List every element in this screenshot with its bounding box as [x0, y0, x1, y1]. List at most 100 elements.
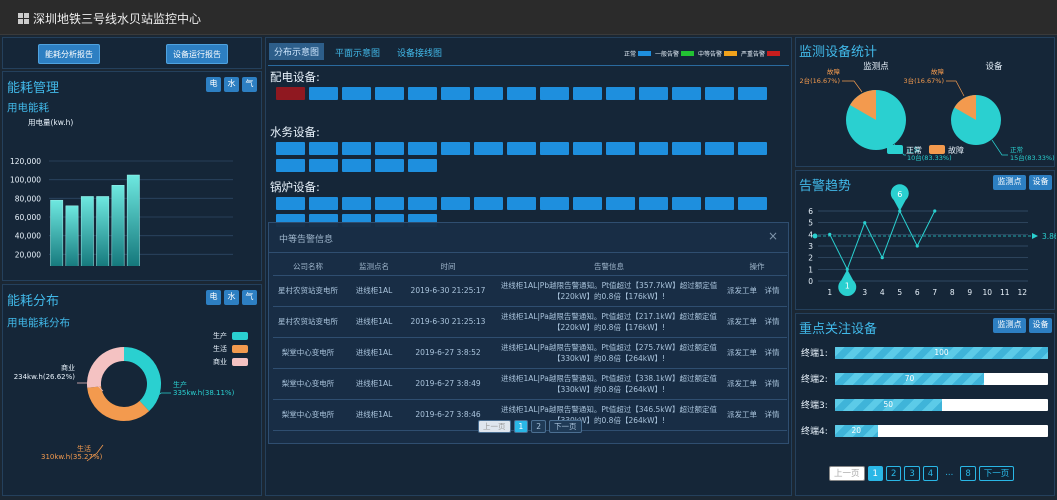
device-tile[interactable]	[573, 142, 602, 155]
device-tile[interactable]	[672, 197, 701, 210]
device-tile[interactable]	[309, 159, 338, 172]
device-tile[interactable]	[606, 87, 635, 100]
device-tile[interactable]	[408, 197, 437, 210]
energy-report-button[interactable]: 能耗分析报告	[38, 44, 100, 64]
tab-wiring[interactable]: 设备接线图	[397, 46, 442, 59]
table-cell[interactable]: 详情	[757, 275, 787, 307]
device-tile[interactable]	[705, 87, 734, 100]
dist-filter-electric[interactable]: 电	[206, 290, 221, 305]
device-tile[interactable]	[408, 159, 437, 172]
focus-page-p[interactable]: 1	[867, 466, 883, 481]
focus-page-prev[interactable]: 上一页	[829, 466, 865, 481]
device-tile[interactable]	[705, 142, 734, 155]
device-tile[interactable]	[441, 87, 470, 100]
modal-page-prev[interactable]: 上一页	[478, 420, 511, 433]
table-cell[interactable]: 详情	[757, 368, 787, 400]
dist-filter-water[interactable]: 水	[224, 290, 239, 305]
device-tile[interactable]	[474, 87, 503, 100]
device-tile[interactable]	[375, 159, 404, 172]
table-cell[interactable]: 派发工单	[727, 306, 757, 338]
device-tile[interactable]	[540, 87, 569, 100]
device-tile[interactable]	[672, 87, 701, 100]
legend-swatch	[232, 345, 248, 353]
focus-page-ell: ...	[945, 468, 954, 478]
device-tile[interactable]	[540, 142, 569, 155]
device-tile[interactable]	[507, 142, 536, 155]
focus-page-last[interactable]: 8	[960, 466, 976, 481]
device-tile[interactable]	[507, 197, 536, 210]
table-row[interactable]: 梨堂中心变电所 进线柜1AL 2019-6-27 3:8:52 进线柜1AL|Pa越限…	[273, 337, 787, 369]
device-tile[interactable]	[507, 87, 536, 100]
device-report-button[interactable]: 设备运行报告	[166, 44, 228, 64]
modal-page-p[interactable]: 1	[513, 420, 529, 433]
filter-water[interactable]: 水	[224, 77, 239, 92]
focus-bar: 70	[835, 373, 1048, 385]
device-tile[interactable]	[408, 87, 437, 100]
device-tile[interactable]	[738, 142, 767, 155]
device-tile[interactable]	[606, 142, 635, 155]
table-row[interactable]: 梨堂中心变电所 进线柜1AL 2019-6-27 3:8:49 进线柜1AL|Pa越限…	[273, 368, 787, 400]
focus-point-button[interactable]: 监测点	[993, 318, 1026, 333]
device-tile[interactable]	[276, 159, 305, 172]
device-tile[interactable]	[309, 197, 338, 210]
table-row[interactable]: 星村农贸站变电所 进线柜1AL 2019-6-30 21:25:13 进线柜1AL|P…	[273, 306, 787, 338]
device-tile[interactable]	[276, 197, 305, 210]
device-tile[interactable]	[573, 197, 602, 210]
device-tile[interactable]	[408, 142, 437, 155]
device-tile[interactable]	[672, 142, 701, 155]
focus-page-p[interactable]: 4	[922, 466, 939, 481]
legend-item: 一般告警	[655, 49, 695, 58]
table-cell[interactable]: 派发工单	[727, 337, 757, 369]
device-tile[interactable]	[309, 87, 338, 100]
device-tile[interactable]	[639, 142, 668, 155]
device-tile[interactable]	[639, 87, 668, 100]
device-tile[interactable]	[441, 197, 470, 210]
device-tile[interactable]	[276, 142, 305, 155]
device-tile[interactable]	[342, 87, 371, 100]
device-tile[interactable]	[375, 142, 404, 155]
device-tile[interactable]	[441, 142, 470, 155]
tab-plan[interactable]: 平面示意图	[335, 46, 380, 59]
device-tile[interactable]	[375, 197, 404, 210]
dist-filter-gas[interactable]: 气	[242, 290, 257, 305]
modal-page-p[interactable]: 2	[531, 420, 547, 433]
device-tile[interactable]	[573, 87, 602, 100]
device-tile[interactable]	[375, 87, 404, 100]
table-row[interactable]: 星村农贸站变电所 进线柜1AL 2019-6-30 21:25:17 进线柜1AL|P…	[273, 275, 787, 307]
device-tile[interactable]	[738, 87, 767, 100]
table-cell[interactable]: 派发工单	[727, 275, 757, 307]
focus-page-p[interactable]: 2	[885, 466, 902, 481]
bar	[80, 196, 94, 266]
device-tile[interactable]	[342, 197, 371, 210]
table-cell[interactable]: 详情	[757, 337, 787, 369]
table-cell[interactable]: 详情	[757, 306, 787, 338]
device-tile[interactable]	[276, 87, 305, 100]
device-tile[interactable]	[606, 197, 635, 210]
focus-bar: 50	[835, 399, 1048, 411]
device-tile[interactable]	[342, 159, 371, 172]
modal-page-next[interactable]: 下一页	[549, 420, 582, 433]
y-tick-label: 100,000	[10, 176, 41, 185]
device-tile[interactable]	[474, 142, 503, 155]
focus-page-next[interactable]: 下一页	[978, 466, 1015, 481]
close-icon[interactable]: ×	[768, 229, 778, 243]
focus-page-p[interactable]: 3	[904, 466, 920, 481]
device-tile[interactable]	[738, 197, 767, 210]
x-tick-label: 11	[1000, 288, 1010, 297]
focus-device-button[interactable]: 设备	[1029, 318, 1052, 333]
focus-bar-fill: 100	[835, 347, 1048, 359]
table-cell[interactable]: 派发工单	[727, 399, 757, 431]
filter-gas[interactable]: 气	[242, 77, 257, 92]
device-tile[interactable]	[705, 197, 734, 210]
table-cell[interactable]: 派发工单	[727, 368, 757, 400]
legend-swatch	[681, 51, 695, 56]
device-tile[interactable]	[342, 142, 371, 155]
device-tile[interactable]	[639, 197, 668, 210]
table-cell[interactable]: 详情	[757, 399, 787, 431]
device-tile[interactable]	[540, 197, 569, 210]
tab-distribution[interactable]: 分布示意图	[269, 43, 325, 60]
device-tile[interactable]	[309, 142, 338, 155]
device-tile[interactable]	[474, 197, 503, 210]
y-tick-label: 0	[808, 277, 813, 286]
filter-electric[interactable]: 电	[206, 77, 221, 92]
